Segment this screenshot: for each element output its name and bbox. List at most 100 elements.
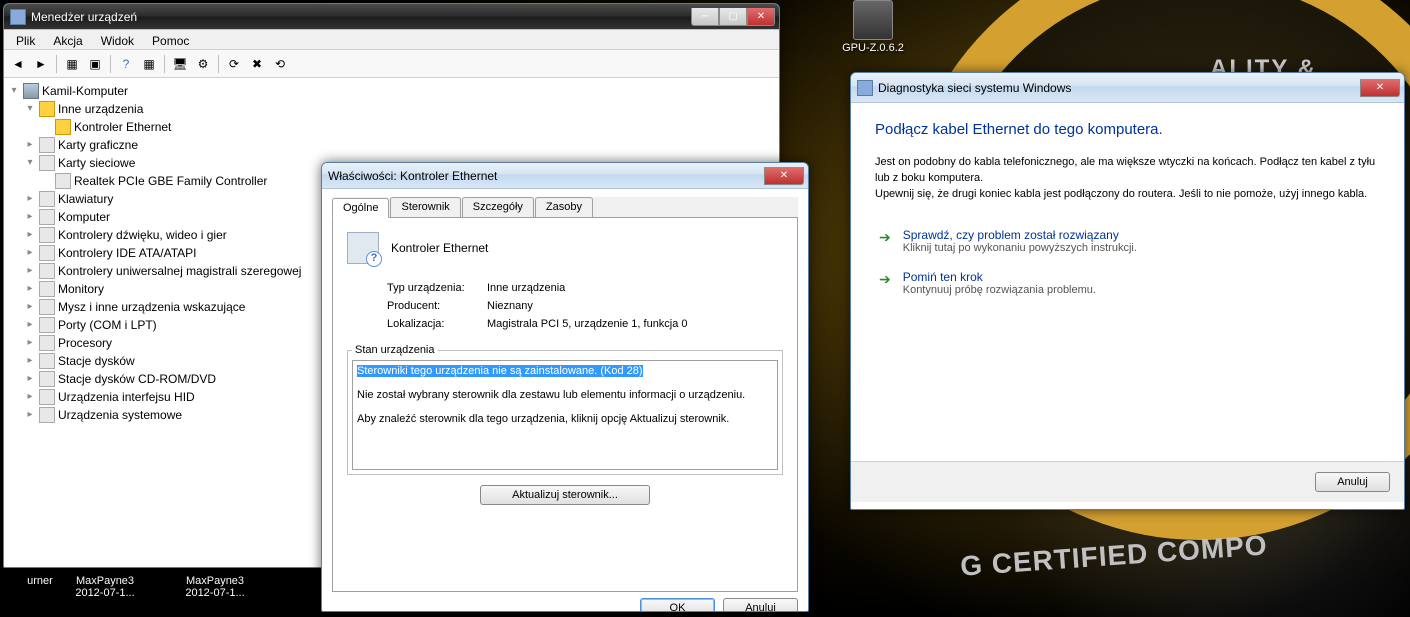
toolbar-icon[interactable]: ▣ bbox=[85, 54, 105, 74]
tree-item[interactable]: ▾ Kamil-Komputer bbox=[8, 82, 775, 100]
close-button[interactable]: ✕ bbox=[764, 167, 804, 185]
menu-help[interactable]: Pomoc bbox=[144, 32, 197, 47]
dev-icon bbox=[39, 137, 55, 153]
tree-item-label: Realtek PCIe GBE Family Controller bbox=[74, 172, 267, 190]
help-icon[interactable]: ? bbox=[116, 54, 136, 74]
separator bbox=[218, 55, 219, 73]
option-title: Pomiń ten krok bbox=[903, 270, 1096, 284]
expand-icon[interactable]: ▸ bbox=[24, 298, 36, 316]
warn-icon bbox=[39, 101, 55, 117]
expand-icon[interactable]: ▸ bbox=[24, 388, 36, 406]
option-title: Sprawdź, czy problem został rozwiązany bbox=[903, 228, 1137, 242]
dev-icon bbox=[39, 227, 55, 243]
titlebar[interactable]: Menedżer urządzeń ─ ▢ ✕ bbox=[4, 4, 779, 30]
titlebar[interactable]: Diagnostyka sieci systemu Windows ✕ bbox=[851, 73, 1404, 103]
toolbar-icon[interactable]: ⚙ bbox=[193, 54, 213, 74]
option-check-fixed[interactable]: ➔ Sprawdź, czy problem został rozwiązany… bbox=[875, 220, 1380, 262]
device-icon bbox=[347, 232, 379, 264]
option-subtitle: Kliknij tutaj po wykonaniu powyższych in… bbox=[903, 242, 1137, 254]
close-button[interactable]: ✕ bbox=[747, 8, 775, 26]
expand-icon[interactable]: ▸ bbox=[24, 244, 36, 262]
tree-item-label: Porty (COM i LPT) bbox=[58, 316, 157, 334]
app-icon bbox=[10, 9, 26, 25]
properties-dialog: Właściwości: Kontroler Ethernet ✕ Ogólne… bbox=[321, 162, 809, 612]
network-diagnostic-window: Diagnostyka sieci systemu Windows ✕ Podł… bbox=[850, 72, 1405, 510]
expand-icon[interactable]: ▸ bbox=[24, 208, 36, 226]
expand-icon[interactable]: ▸ bbox=[24, 406, 36, 424]
tree-item-label: Klawiatury bbox=[58, 190, 113, 208]
toolbar-icon[interactable]: ⟲ bbox=[270, 54, 290, 74]
scan-hardware-icon[interactable]: 🖥 bbox=[170, 54, 190, 74]
desktop-icon-label: MaxPayne3 bbox=[175, 575, 255, 587]
desktop-icon[interactable]: MaxPayne3 2012-07-1... bbox=[65, 575, 145, 599]
expand-icon[interactable]: ▸ bbox=[24, 190, 36, 208]
expand-icon[interactable]: ▾ bbox=[8, 82, 20, 100]
tab-details[interactable]: Szczegóły bbox=[462, 197, 534, 217]
tree-item-label: Karty sieciowe bbox=[58, 154, 135, 172]
update-driver-icon[interactable]: ⟳ bbox=[224, 54, 244, 74]
back-button[interactable]: ◄ bbox=[8, 54, 28, 74]
ok-button[interactable]: OK bbox=[640, 598, 715, 612]
device-status-text[interactable]: Sterowniki tego urządzenia nie są zainst… bbox=[352, 360, 778, 470]
dev-icon bbox=[39, 389, 55, 405]
menu-action[interactable]: Akcja bbox=[45, 32, 90, 47]
tab-general[interactable]: Ogólne bbox=[332, 198, 389, 218]
expand-icon[interactable]: ▸ bbox=[24, 370, 36, 388]
tree-item[interactable]: Kontroler Ethernet bbox=[8, 118, 775, 136]
tree-item-label: Inne urządzenia bbox=[58, 100, 143, 118]
tree-item-label: Karty graficzne bbox=[58, 136, 138, 154]
value-location: Magistrala PCI 5, urządzenie 1, funkcja … bbox=[487, 318, 688, 330]
menu-file[interactable]: Plik bbox=[8, 32, 43, 47]
toolbar-icon[interactable]: ▦ bbox=[62, 54, 82, 74]
desktop-icon[interactable]: MaxPayne3 2012-07-1... bbox=[175, 575, 255, 599]
arrow-icon: ➔ bbox=[879, 229, 891, 246]
titlebar[interactable]: Właściwości: Kontroler Ethernet ✕ bbox=[322, 163, 808, 189]
maximize-button[interactable]: ▢ bbox=[719, 8, 747, 26]
separator bbox=[110, 55, 111, 73]
dev-icon bbox=[39, 155, 55, 171]
expand-icon[interactable]: ▸ bbox=[24, 316, 36, 334]
expand-icon[interactable]: ▸ bbox=[24, 226, 36, 244]
expand-icon[interactable]: ▾ bbox=[24, 154, 36, 172]
uninstall-icon[interactable]: ✖ bbox=[247, 54, 267, 74]
tree-item-label: Urządzenia interfejsu HID bbox=[58, 388, 195, 406]
dialog-title: Właściwości: Kontroler Ethernet bbox=[328, 169, 764, 183]
tree-item-label: Urządzenia systemowe bbox=[58, 406, 182, 424]
minimize-button[interactable]: ─ bbox=[691, 8, 719, 26]
status-line: Nie został wybrany sterownik dla zestawu… bbox=[357, 389, 745, 401]
tab-resources[interactable]: Zasoby bbox=[535, 197, 593, 217]
desktop-icon-gpuz[interactable]: GPU-Z.0.6.2 bbox=[833, 0, 913, 54]
expand-icon[interactable]: ▸ bbox=[24, 352, 36, 370]
diagnostic-icon bbox=[857, 80, 873, 96]
cancel-button[interactable]: Anuluj bbox=[1315, 472, 1390, 492]
desktop-icon-label: GPU-Z.0.6.2 bbox=[833, 42, 913, 54]
label-type: Typ urządzenia: bbox=[387, 282, 487, 294]
expand-icon[interactable]: ▸ bbox=[24, 334, 36, 352]
tree-item-label: Kamil-Komputer bbox=[42, 82, 128, 100]
close-button[interactable]: ✕ bbox=[1360, 79, 1400, 97]
dev-icon bbox=[39, 209, 55, 225]
option-skip-step[interactable]: ➔ Pomiń ten krok Kontynuuj próbę rozwiąz… bbox=[875, 262, 1380, 304]
update-driver-button[interactable]: Aktualizuj sterownik... bbox=[480, 485, 650, 505]
tree-item-label: Kontroler Ethernet bbox=[74, 118, 171, 136]
tree-item-label: Procesory bbox=[58, 334, 112, 352]
tab-panel: Kontroler Ethernet Typ urządzenia: Inne … bbox=[332, 217, 798, 592]
forward-button[interactable]: ► bbox=[31, 54, 51, 74]
expand-icon[interactable]: ▾ bbox=[24, 100, 36, 118]
tree-item-label: Monitory bbox=[58, 280, 104, 298]
dev-icon bbox=[39, 353, 55, 369]
menu-view[interactable]: Widok bbox=[93, 32, 142, 47]
tree-item-label: Kontrolery uniwersalnej magistrali szere… bbox=[58, 262, 301, 280]
device-status-legend: Stan urządzenia bbox=[352, 344, 438, 356]
diagnostic-headline: Podłącz kabel Ethernet do tego komputera… bbox=[875, 121, 1380, 138]
expand-icon[interactable]: ▸ bbox=[24, 136, 36, 154]
cancel-button[interactable]: Anuluj bbox=[723, 598, 798, 612]
menubar: Plik Akcja Widok Pomoc bbox=[4, 30, 779, 50]
tab-driver[interactable]: Sterownik bbox=[390, 197, 460, 217]
expand-icon[interactable]: ▸ bbox=[24, 280, 36, 298]
expand-icon[interactable]: ▸ bbox=[24, 262, 36, 280]
tree-item[interactable]: ▾ Inne urządzenia bbox=[8, 100, 775, 118]
toolbar-icon[interactable]: ▦ bbox=[139, 54, 159, 74]
dev-icon bbox=[39, 245, 55, 261]
tree-item[interactable]: ▸ Karty graficzne bbox=[8, 136, 775, 154]
